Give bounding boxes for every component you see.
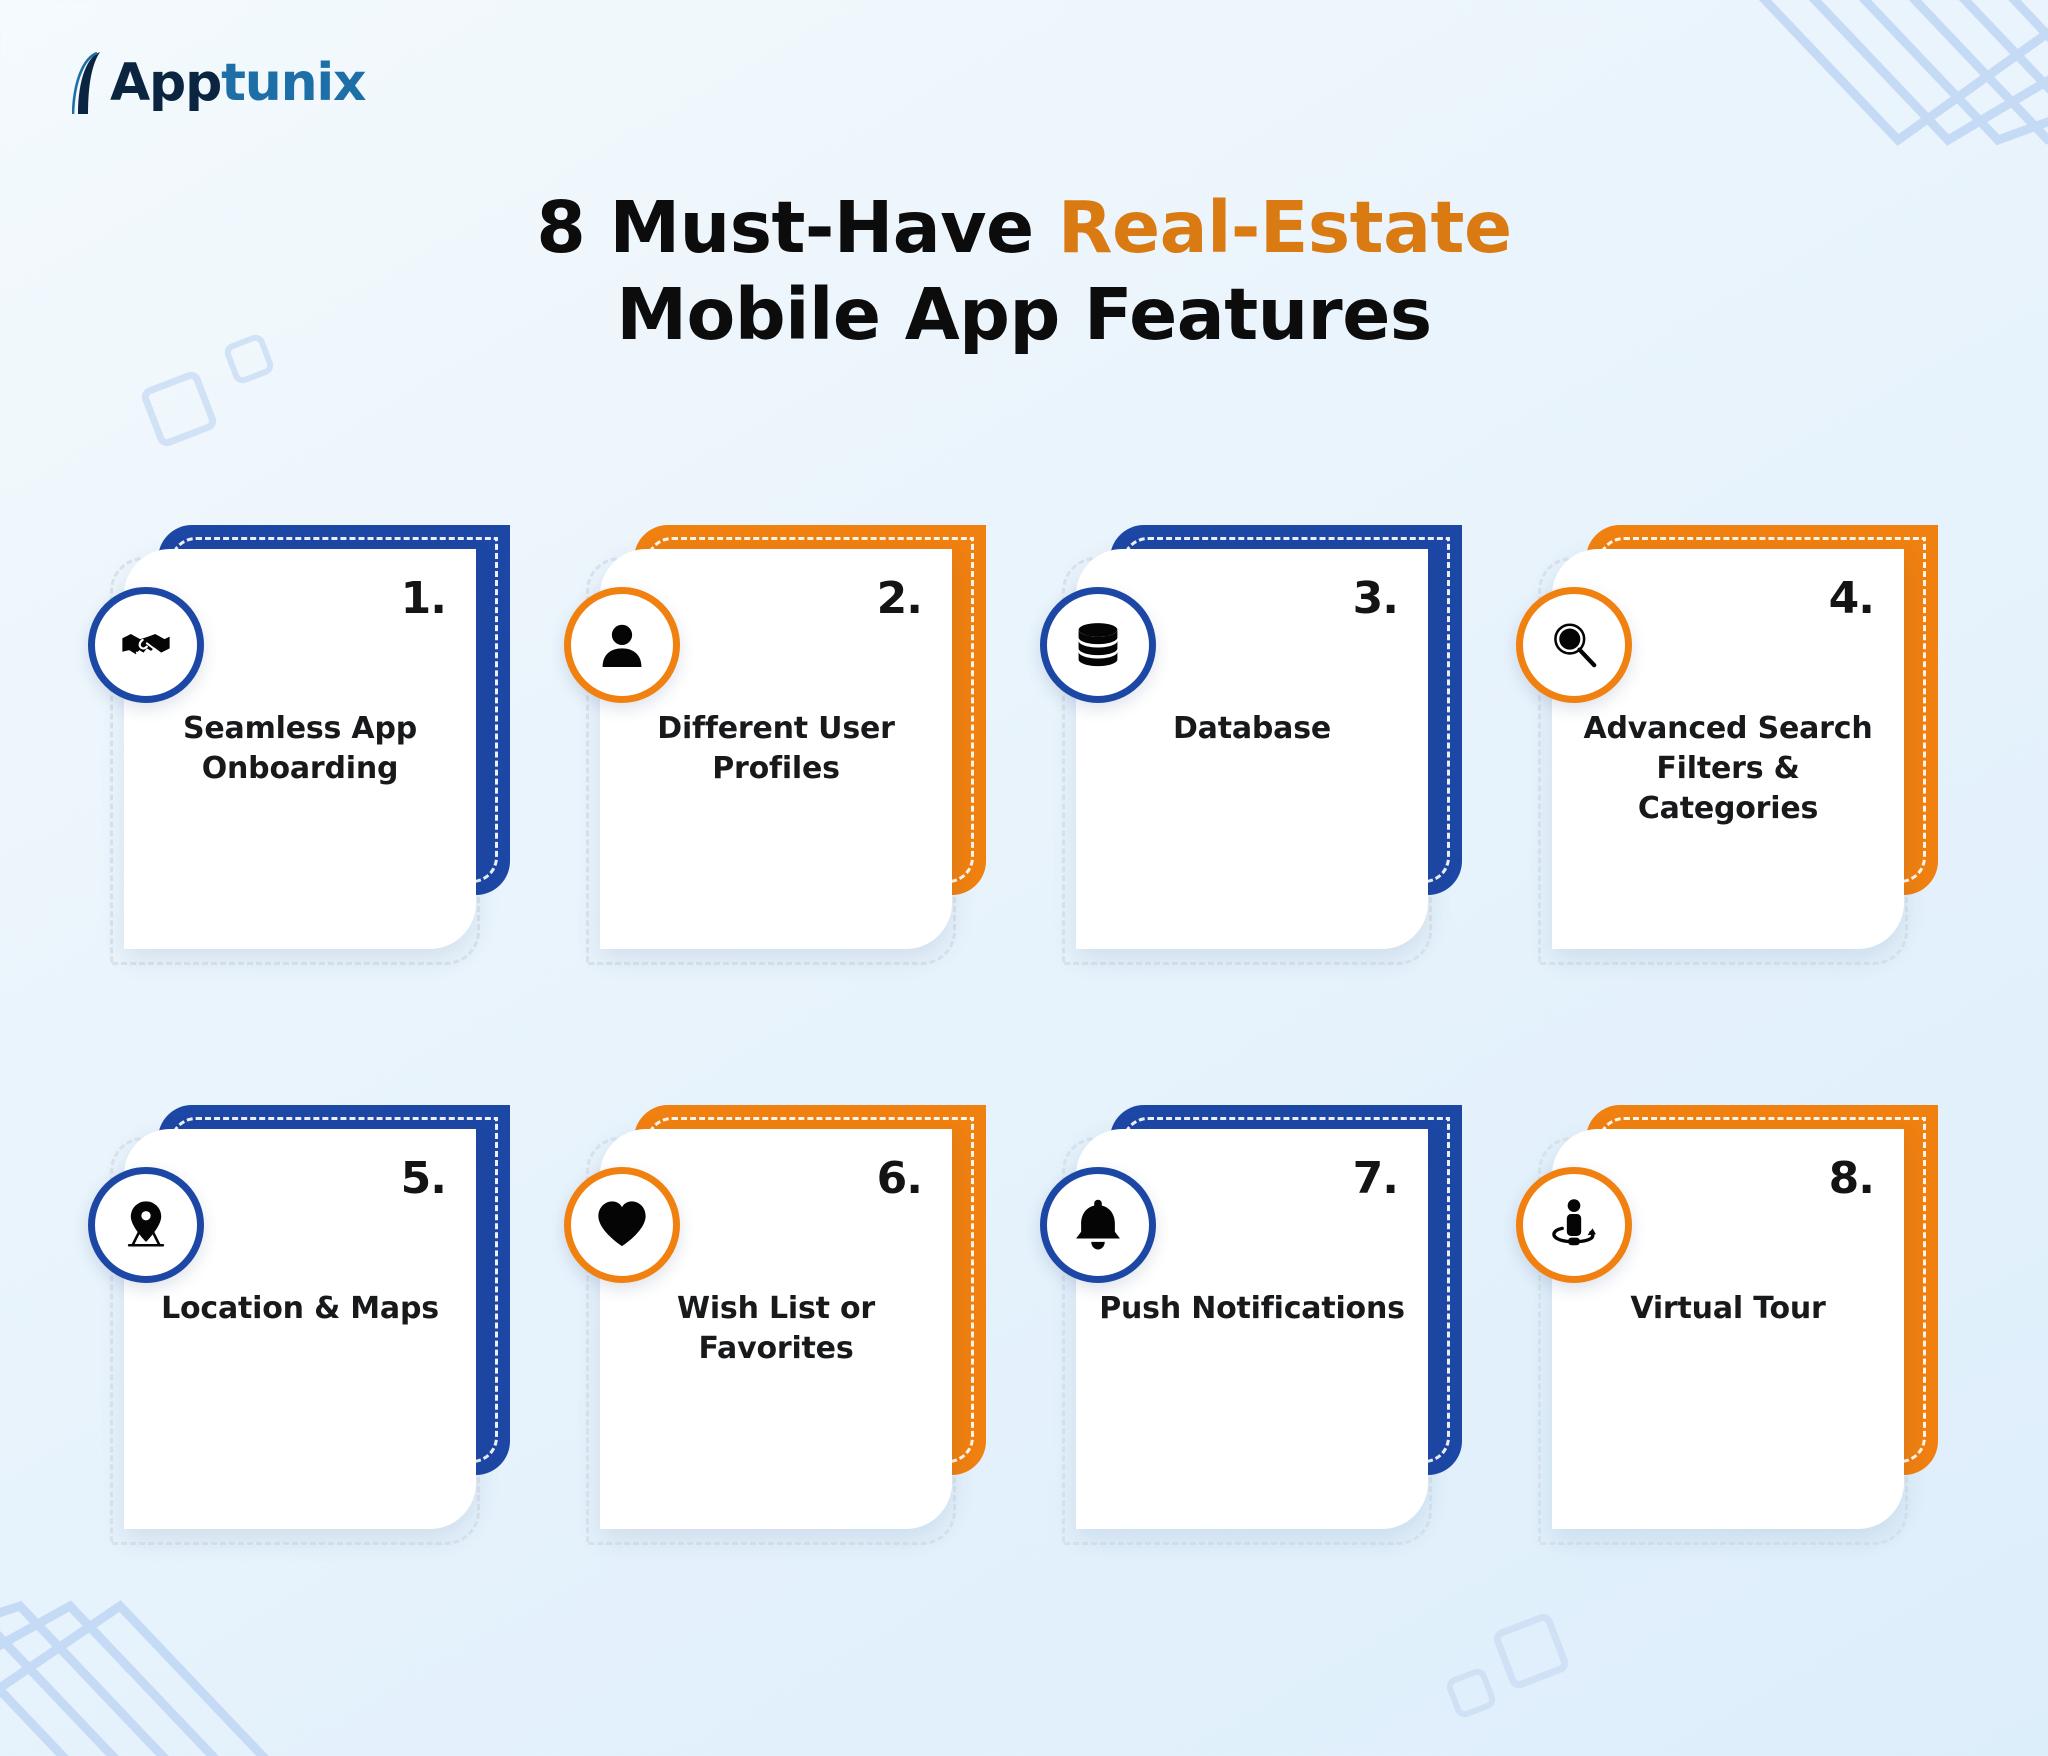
magnifying-glass-icon[interactable]	[1516, 587, 1632, 703]
card-number: 1.	[400, 573, 447, 624]
decorative-square-4	[1443, 1665, 1499, 1721]
card-number: 6.	[876, 1153, 923, 1204]
page-title: 8 Must-Have Real-Estate Mobile App Featu…	[0, 185, 2048, 358]
logo-text-secondary: tunix	[221, 53, 366, 113]
title-accent-text: Real-Estate	[1057, 186, 1512, 269]
card-label: Push Notifications	[1099, 1291, 1405, 1326]
card-label: Seamless App Onboarding	[182, 711, 417, 787]
card-number: 4.	[1828, 573, 1875, 624]
feature-card[interactable]: 3. Database	[1040, 525, 1462, 965]
card-label: Advanced Search Filters & Categories	[1583, 711, 1873, 827]
feature-card[interactable]: 4. Advanced Search Filters & Categories	[1516, 525, 1938, 965]
feature-card-grid: 1. Seamless App Onboarding 2. Different …	[72, 525, 1976, 1545]
heart-icon[interactable]	[564, 1167, 680, 1283]
card-front-panel: 6. Wish List or Favorites	[564, 1129, 952, 1529]
feature-card[interactable]: 8. Virtual Tour	[1516, 1105, 1938, 1545]
card-label: Virtual Tour	[1630, 1291, 1826, 1326]
card-front-panel: 1. Seamless App Onboarding	[88, 549, 476, 949]
card-label: Database	[1172, 711, 1332, 746]
user-profile-icon[interactable]	[564, 587, 680, 703]
feature-card[interactable]: 6. Wish List or Favorites	[564, 1105, 986, 1545]
database-icon[interactable]	[1040, 587, 1156, 703]
decorative-square-1	[138, 368, 220, 450]
card-front-panel: 5. Location & Maps	[88, 1129, 476, 1529]
card-front-panel: 4. Advanced Search Filters & Categories	[1516, 549, 1904, 949]
card-number: 7.	[1352, 1153, 1399, 1204]
map-pin-icon[interactable]	[88, 1167, 204, 1283]
handshake-icon[interactable]	[88, 587, 204, 703]
card-front-panel: 8. Virtual Tour	[1516, 1129, 1904, 1529]
card-number: 2.	[876, 573, 923, 624]
bell-icon[interactable]	[1040, 1167, 1156, 1283]
decorative-square-3	[1490, 1610, 1572, 1692]
feature-card[interactable]: 5. Location & Maps	[88, 1105, 510, 1545]
feature-card[interactable]: 2. Different User Profiles	[564, 525, 986, 965]
apptunix-logo[interactable]: Apptunix	[71, 48, 367, 118]
card-front-panel: 7. Push Notifications	[1040, 1129, 1428, 1529]
feature-card[interactable]: 7. Push Notifications	[1040, 1105, 1462, 1545]
title-line-2: Mobile App Features	[616, 272, 1432, 356]
card-front-panel: 3. Database	[1040, 549, 1428, 949]
logo-text-primary: App	[110, 53, 222, 113]
feature-card[interactable]: 1. Seamless App Onboarding	[88, 525, 510, 965]
card-number: 3.	[1352, 573, 1399, 624]
360-person-rotation-icon[interactable]	[1516, 1167, 1632, 1283]
card-number: 8.	[1828, 1153, 1875, 1204]
card-label: Wish List or Favorites	[676, 1291, 876, 1367]
card-label: Location & Maps	[161, 1291, 439, 1326]
apptunix-swoosh-icon	[71, 50, 116, 116]
card-label: Different User Profiles	[657, 711, 895, 787]
title-plain-text: 8 Must-Have	[536, 186, 1058, 269]
card-number: 5.	[400, 1153, 447, 1204]
card-front-panel: 2. Different User Profiles	[564, 549, 952, 949]
title-line-1: 8 Must-Have Real-Estate	[0, 185, 2048, 272]
